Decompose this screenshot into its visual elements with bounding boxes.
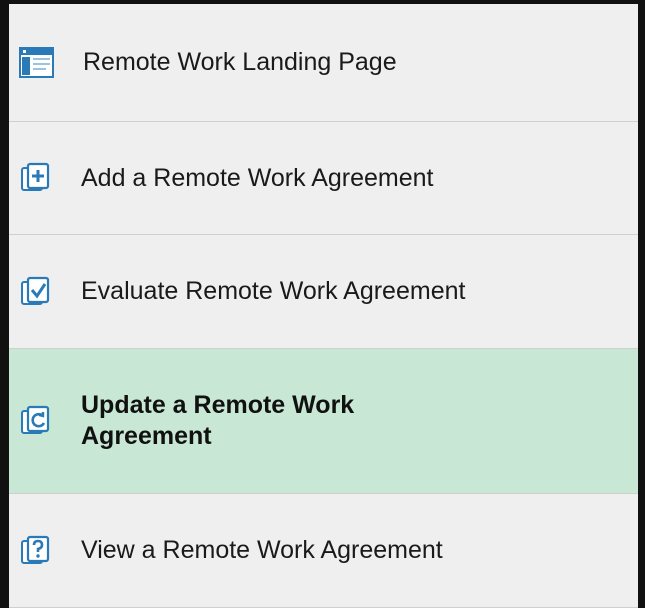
menu-item-view-remote-work-agreement[interactable]: View a Remote Work Agreement xyxy=(9,494,638,608)
menu-item-evaluate-remote-work-agreement[interactable]: Evaluate Remote Work Agreement xyxy=(9,235,638,349)
add-document-icon xyxy=(19,161,55,195)
menu-item-add-remote-work-agreement[interactable]: Add a Remote Work Agreement xyxy=(9,122,638,235)
menu-item-label: Update a Remote Work Agreement xyxy=(81,391,355,450)
update-document-icon xyxy=(19,404,55,438)
menu-item-label: Add a Remote Work Agreement xyxy=(81,163,434,192)
evaluate-document-icon xyxy=(19,275,55,309)
menu-item-label: View a Remote Work Agreement xyxy=(81,536,443,564)
menu-item-label: Evaluate Remote Work Agreement xyxy=(81,277,466,305)
menu-item-label: Remote Work Landing Page xyxy=(83,48,397,76)
menu-list: Remote Work Landing Page Add a Remote Wo… xyxy=(9,4,638,608)
navigation-panel: Remote Work Landing Page Add a Remote Wo… xyxy=(0,0,645,608)
landing-page-icon xyxy=(19,46,55,80)
view-document-icon xyxy=(19,534,55,568)
menu-item-update-remote-work-agreement[interactable]: Update a Remote Work Agreement xyxy=(9,349,638,494)
menu-item-remote-work-landing-page[interactable]: Remote Work Landing Page xyxy=(9,4,638,122)
